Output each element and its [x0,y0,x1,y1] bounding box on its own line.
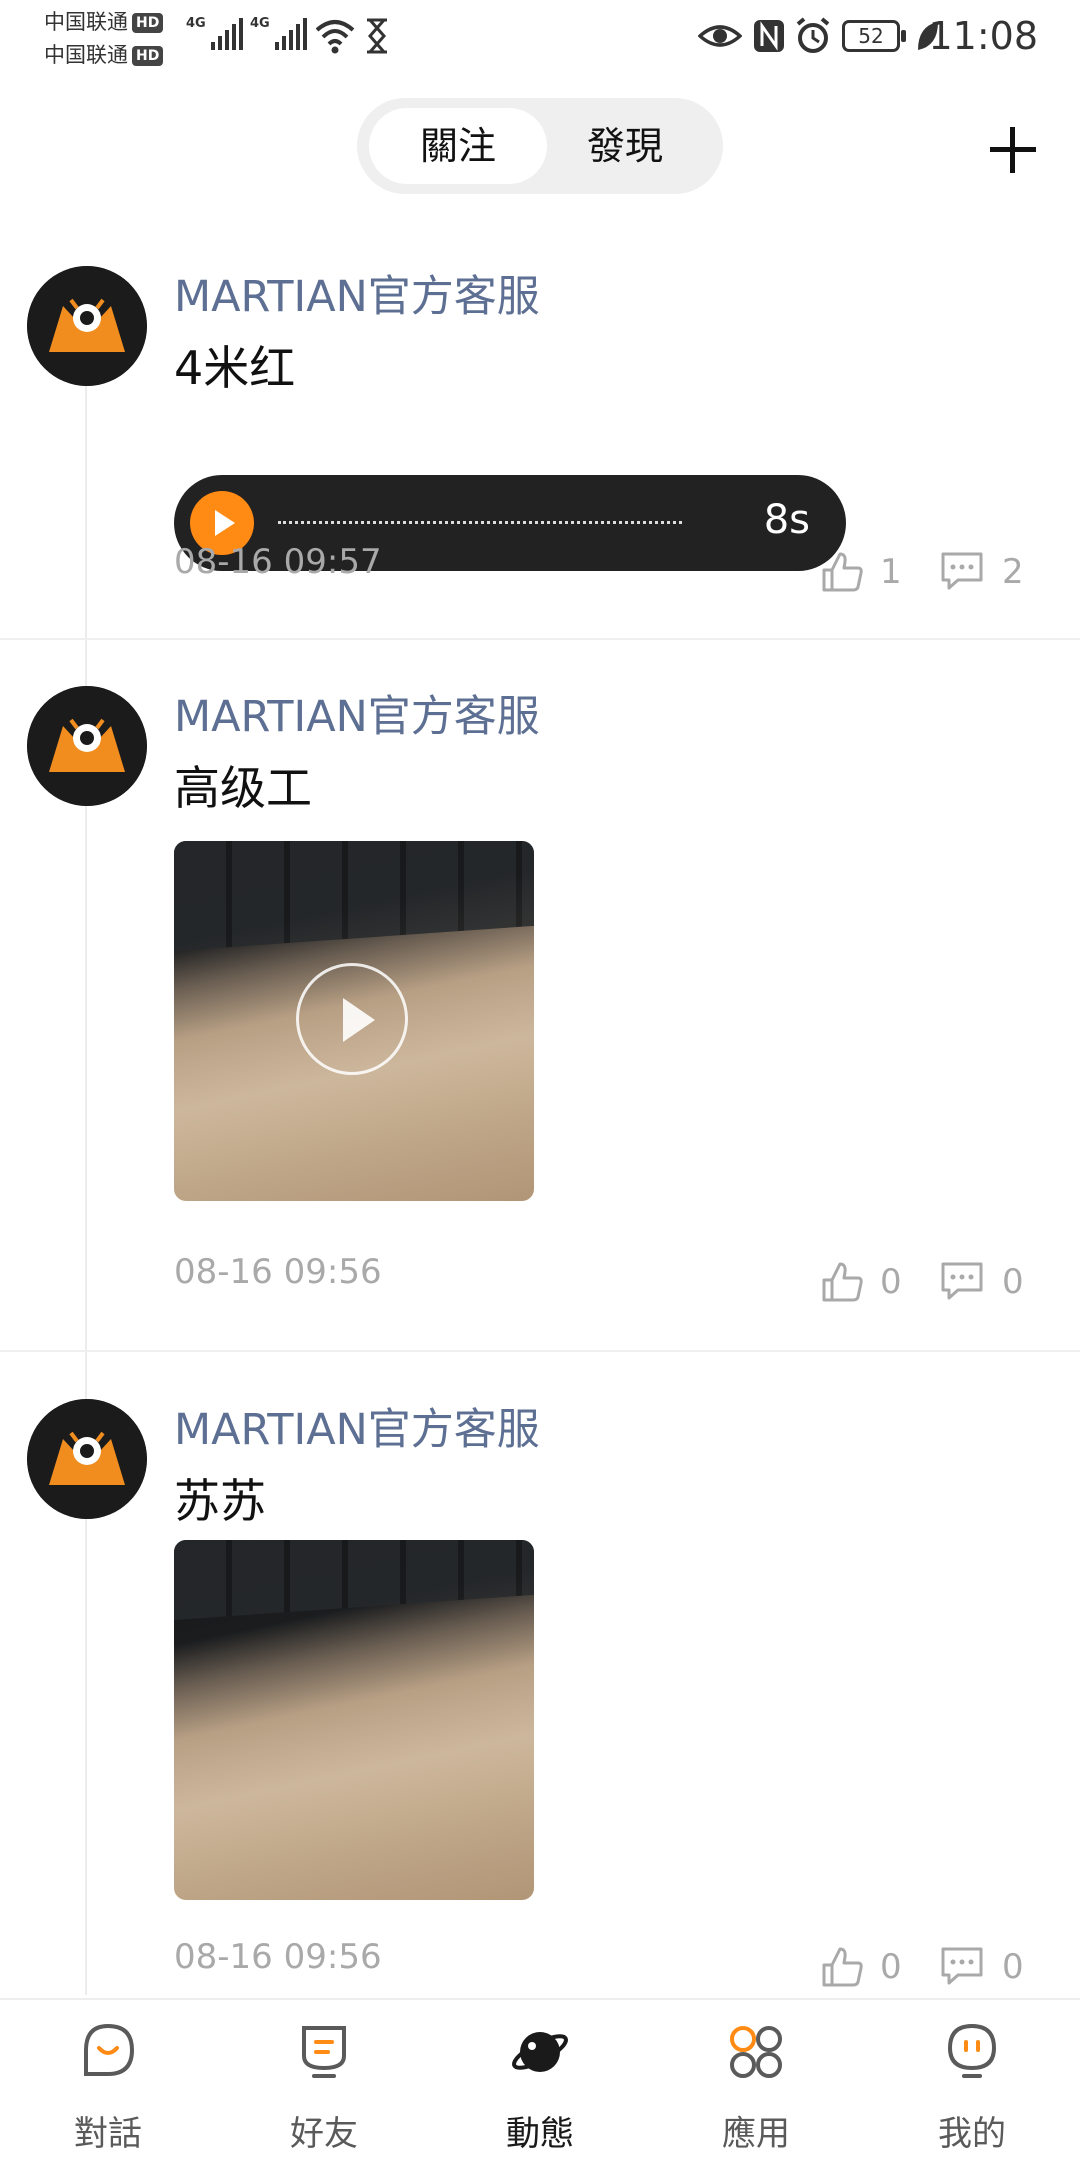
profile-icon [947,2023,997,2078]
thumb-up-icon [822,1947,863,1987]
comment-button[interactable]: 0 [938,1945,1024,1989]
network-type: 4G [186,16,206,31]
comment-count: 0 [1002,1947,1024,1987]
like-count: 1 [880,552,902,592]
post-author[interactable]: MARTIAN官方客服 [174,682,540,744]
comment-icon [941,1947,983,1985]
nfc-icon [754,20,784,52]
post-divider [0,1350,1080,1352]
post-time: 08-16 09:56 [174,1252,382,1292]
status-bar: 中国联通 HD 中国联通 HD 4G 4G 52 11:08 [0,0,1080,80]
feed-segment-control: 關注 發現 [357,98,723,194]
nav-label: 對話 [74,2114,142,2154]
post-author[interactable]: MARTIAN官方客服 [174,1395,540,1457]
like-count: 0 [880,1262,902,1302]
nav-label: 好友 [290,2114,358,2154]
carrier-name: 中国联通 [44,43,128,67]
martian-avatar-icon[interactable] [27,266,147,386]
post-text: 苏苏 [174,1474,266,1528]
comment-button[interactable]: 0 [938,1260,1024,1304]
bottom-navigation: 對話 好友 動態 應用 我的 [0,1998,1080,2162]
nav-chat[interactable]: 對話 [0,2000,216,2162]
add-post-button[interactable] [990,127,1036,173]
comment-count: 2 [1002,552,1024,592]
nav-friends[interactable]: 好友 [216,2000,432,2162]
chat-bubble-icon [84,2023,135,2076]
tab-following[interactable]: 關注 [369,108,547,184]
post-divider [0,638,1080,640]
comment-button[interactable]: 2 [938,550,1024,594]
battery-indicator: 52 [842,20,906,52]
signal-icon: 4G [186,16,243,50]
hd-badge: HD [132,45,164,66]
image-thumbnail[interactable] [174,1540,534,1900]
martian-avatar-icon[interactable] [27,1399,147,1519]
thumb-up-icon [822,1262,863,1302]
like-count: 0 [880,1947,902,1987]
clock: 11:08 [928,14,1038,58]
keyboard-image [174,841,534,951]
carrier-info: 中国联通 HD 中国联通 HD [44,6,164,72]
planet-icon [512,2032,568,2072]
comment-icon [941,1262,983,1300]
eye-icon [698,25,742,47]
keyboard-image [174,1540,534,1620]
alarm-icon [796,17,830,53]
timeline-line [85,380,87,1995]
like-button[interactable]: 1 [820,550,902,594]
nav-moments[interactable]: 動態 [432,2000,648,2162]
nav-label: 應用 [722,2114,790,2154]
hd-badge: HD [132,12,164,33]
voice-duration: 8s [763,497,810,543]
video-thumbnail[interactable] [174,841,534,1201]
hourglass-icon [367,18,387,54]
comment-icon [941,552,983,590]
nav-profile[interactable]: 我的 [864,2000,1080,2162]
nav-label: 我的 [938,2114,1006,2154]
post-text: 4米红 [174,341,296,395]
tab-discover[interactable]: 發現 [537,108,713,184]
apps-icon [730,2026,782,2078]
thumb-up-icon [822,552,863,592]
nav-apps[interactable]: 應用 [648,2000,864,2162]
martian-avatar-icon[interactable] [27,686,147,806]
like-button[interactable]: 0 [820,1260,902,1304]
post-time: 08-16 09:57 [174,542,382,582]
friend-icon [302,2026,346,2078]
comment-count: 0 [1002,1262,1024,1302]
post-time: 08-16 09:56 [174,1937,382,1977]
network-type: 4G [250,16,270,31]
post-author[interactable]: MARTIAN官方客服 [174,262,540,324]
carrier-name: 中国联通 [44,10,128,34]
signal-icon: 4G [250,16,307,50]
wifi-icon [315,20,355,54]
voice-waveform [278,521,682,524]
post-text: 高级工 [174,761,312,815]
like-button[interactable]: 0 [820,1945,902,1989]
nav-label: 動態 [506,2114,574,2154]
video-play-icon[interactable] [296,963,408,1075]
